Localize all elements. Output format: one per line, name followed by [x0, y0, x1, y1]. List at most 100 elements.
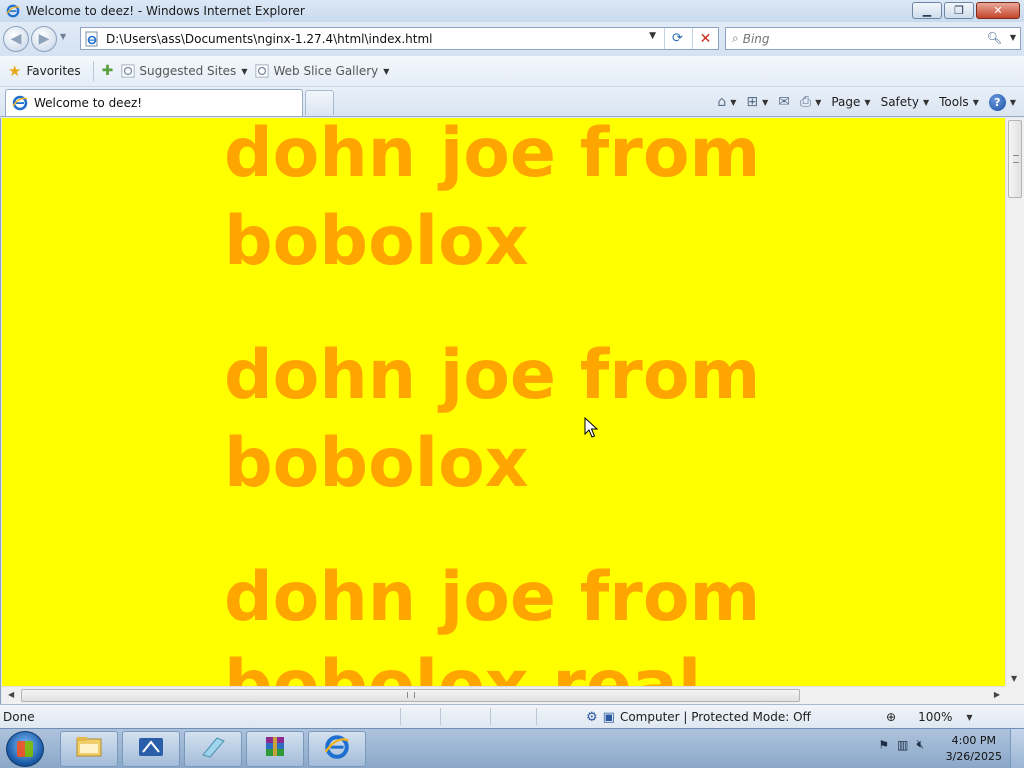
- mouse-cursor-icon: [584, 416, 599, 442]
- print-button[interactable]: ⎙ ▼: [800, 94, 821, 110]
- web-slice-gallery-icon: [255, 64, 270, 78]
- notepad-icon: [199, 735, 227, 764]
- address-bar[interactable]: D:\Users\ass\Documents\nginx-1.27.4\html…: [80, 27, 719, 50]
- search-options-dropdown-icon[interactable]: ▼: [1010, 33, 1016, 42]
- search-box[interactable]: ⌕ 🔍︎ ▼: [725, 27, 1021, 50]
- refresh-icon[interactable]: ⟳: [664, 28, 690, 49]
- zoom-level: 100%: [918, 710, 953, 724]
- system-tray: ⚑ ▥ 🔇︎: [878, 737, 924, 752]
- window-title: Welcome to deez! - Windows Internet Expl…: [26, 4, 305, 18]
- computer-zone-icon: ▣: [602, 709, 615, 725]
- navigation-bar: ◀ ▶ ▼ D:\Users\ass\Documents\nginx-1.27.…: [0, 22, 1024, 56]
- system-clock[interactable]: 4:00 PM 3/26/2025: [946, 733, 1002, 765]
- chevron-down-icon: ▼: [922, 97, 930, 107]
- safety-menu[interactable]: Safety ▼: [881, 95, 930, 109]
- action-center-flag-icon[interactable]: ⚑: [878, 738, 889, 752]
- minimize-button[interactable]: ▁: [912, 2, 942, 19]
- change-zoom-icon: ⊕: [886, 710, 897, 724]
- chevron-down-icon: ▼: [815, 97, 822, 107]
- divider: [400, 708, 401, 725]
- search-input[interactable]: [742, 31, 973, 46]
- volume-muted-icon[interactable]: 🔇︎: [916, 737, 924, 752]
- favorites-label: Favorites: [26, 64, 81, 78]
- back-arrow-icon: ◀: [10, 31, 22, 47]
- rss-feed-icon: ⊞: [746, 94, 759, 110]
- feeds-button[interactable]: ⊞ ▼: [746, 94, 768, 110]
- bing-icon: ⌕: [732, 31, 739, 45]
- scroll-down-arrow-icon[interactable]: ▼: [1011, 674, 1017, 683]
- suggested-sites-label: Suggested Sites: [139, 64, 237, 78]
- home-button[interactable]: ⌂ ▼: [717, 94, 736, 110]
- chevron-down-icon: ▼: [383, 66, 390, 76]
- web-page[interactable]: dohn joe from bobolox dohn joe from bobo…: [2, 118, 1006, 686]
- tools-menu-label: Tools: [939, 95, 969, 109]
- page-heading: dohn joe from bobolox real: [224, 558, 761, 686]
- scroll-right-arrow-icon[interactable]: ▶: [994, 690, 1000, 699]
- chevron-down-icon: ▼: [241, 66, 248, 76]
- recent-pages-dropdown[interactable]: ▼: [60, 32, 66, 41]
- restore-button[interactable]: ❐: [944, 2, 974, 19]
- suggested-sites-icon: [121, 64, 135, 78]
- explorer-folder-icon: [75, 735, 103, 764]
- page-heading: dohn joe from bobolox: [224, 336, 761, 503]
- search-icon[interactable]: 🔍︎: [987, 31, 1002, 45]
- taskbar-explorer-button[interactable]: [60, 731, 118, 767]
- back-button[interactable]: ◀: [3, 26, 29, 52]
- tab-welcome-to-deez[interactable]: Welcome to deez!: [5, 89, 303, 116]
- close-button[interactable]: ✕: [976, 2, 1020, 19]
- zoom-control[interactable]: ⊕ 100% ▼: [886, 708, 973, 726]
- horizontal-scroll-thumb[interactable]: [21, 689, 800, 702]
- page-content: dohn joe from bobolox dohn joe from bobo…: [224, 118, 784, 686]
- url-text[interactable]: D:\Users\ass\Documents\nginx-1.27.4\html…: [106, 32, 433, 46]
- clock-time: 4:00 PM: [951, 734, 996, 747]
- mail-icon: ✉: [778, 94, 790, 110]
- tools-menu[interactable]: Tools ▼: [939, 95, 979, 109]
- vertical-scrollbar[interactable]: ▼: [1005, 118, 1024, 686]
- address-dropdown-icon[interactable]: ▼: [649, 31, 656, 41]
- taskbar-internet-explorer-button[interactable]: [308, 731, 366, 767]
- chevron-down-icon: ▼: [1009, 97, 1016, 107]
- horizontal-scrollbar[interactable]: ◀ ▶: [2, 686, 1006, 704]
- chevron-down-icon: ▼: [966, 712, 973, 722]
- add-to-favorites-bar-icon[interactable]: ✚: [102, 63, 114, 79]
- scrollbar-corner: [1005, 686, 1024, 704]
- network-icon: [137, 735, 165, 764]
- stop-icon[interactable]: ✕: [692, 28, 718, 49]
- status-bar: Done ⚙ ▣ Computer | Protected Mode: Off …: [0, 704, 1024, 728]
- home-icon: ⌂: [717, 94, 727, 110]
- zone-label: Computer | Protected Mode: Off: [619, 710, 811, 724]
- page-menu[interactable]: Page ▼: [831, 95, 870, 109]
- read-mail-button[interactable]: ✉: [778, 94, 790, 110]
- content-viewport: dohn joe from bobolox dohn joe from bobo…: [0, 118, 1024, 704]
- protected-mode-icon: ⚙: [586, 709, 598, 725]
- network-status-icon[interactable]: ▥: [897, 738, 908, 752]
- tab-row: Welcome to deez! ⌂ ▼ ⊞ ▼ ✉ ⎙ ▼ Page ▼ Safety…: [0, 87, 1024, 117]
- forward-button[interactable]: ▶: [31, 26, 57, 52]
- forward-arrow-icon: ▶: [38, 31, 50, 47]
- security-zone[interactable]: ⚙ ▣ Computer | Protected Mode: Off: [586, 708, 811, 726]
- scroll-left-arrow-icon[interactable]: ◀: [8, 690, 14, 699]
- help-menu[interactable]: ? ▼: [988, 93, 1016, 111]
- chevron-down-icon: ▼: [864, 97, 871, 107]
- vertical-scroll-thumb[interactable]: [1008, 120, 1022, 198]
- divider: [92, 61, 94, 81]
- start-button[interactable]: [6, 731, 44, 767]
- winrar-icon: [261, 735, 289, 764]
- taskbar-winrar-button[interactable]: [246, 731, 304, 767]
- favorites-star-icon: ★: [8, 62, 22, 80]
- internet-explorer-icon: [12, 95, 28, 111]
- taskbar: ⚑ ▥ 🔇︎ 4:00 PM 3/26/2025: [0, 728, 1024, 768]
- safety-menu-label: Safety: [880, 95, 919, 109]
- title-bar: Welcome to deez! - Windows Internet Expl…: [0, 0, 1024, 22]
- divider: [536, 708, 537, 725]
- web-slice-gallery-link[interactable]: Web Slice Gallery ▼: [255, 64, 389, 78]
- chevron-down-icon: ▼: [972, 97, 979, 107]
- show-desktop-button[interactable]: [1010, 729, 1024, 768]
- favorites-button[interactable]: ★ Favorites: [8, 62, 81, 80]
- suggested-sites-link[interactable]: Suggested Sites ▼: [121, 64, 247, 78]
- chevron-down-icon: ▼: [730, 97, 737, 107]
- taskbar-notepad-button[interactable]: [184, 731, 242, 767]
- clock-date: 3/26/2025: [945, 750, 1002, 763]
- taskbar-network-button[interactable]: [122, 731, 180, 767]
- new-tab-button[interactable]: [305, 90, 334, 115]
